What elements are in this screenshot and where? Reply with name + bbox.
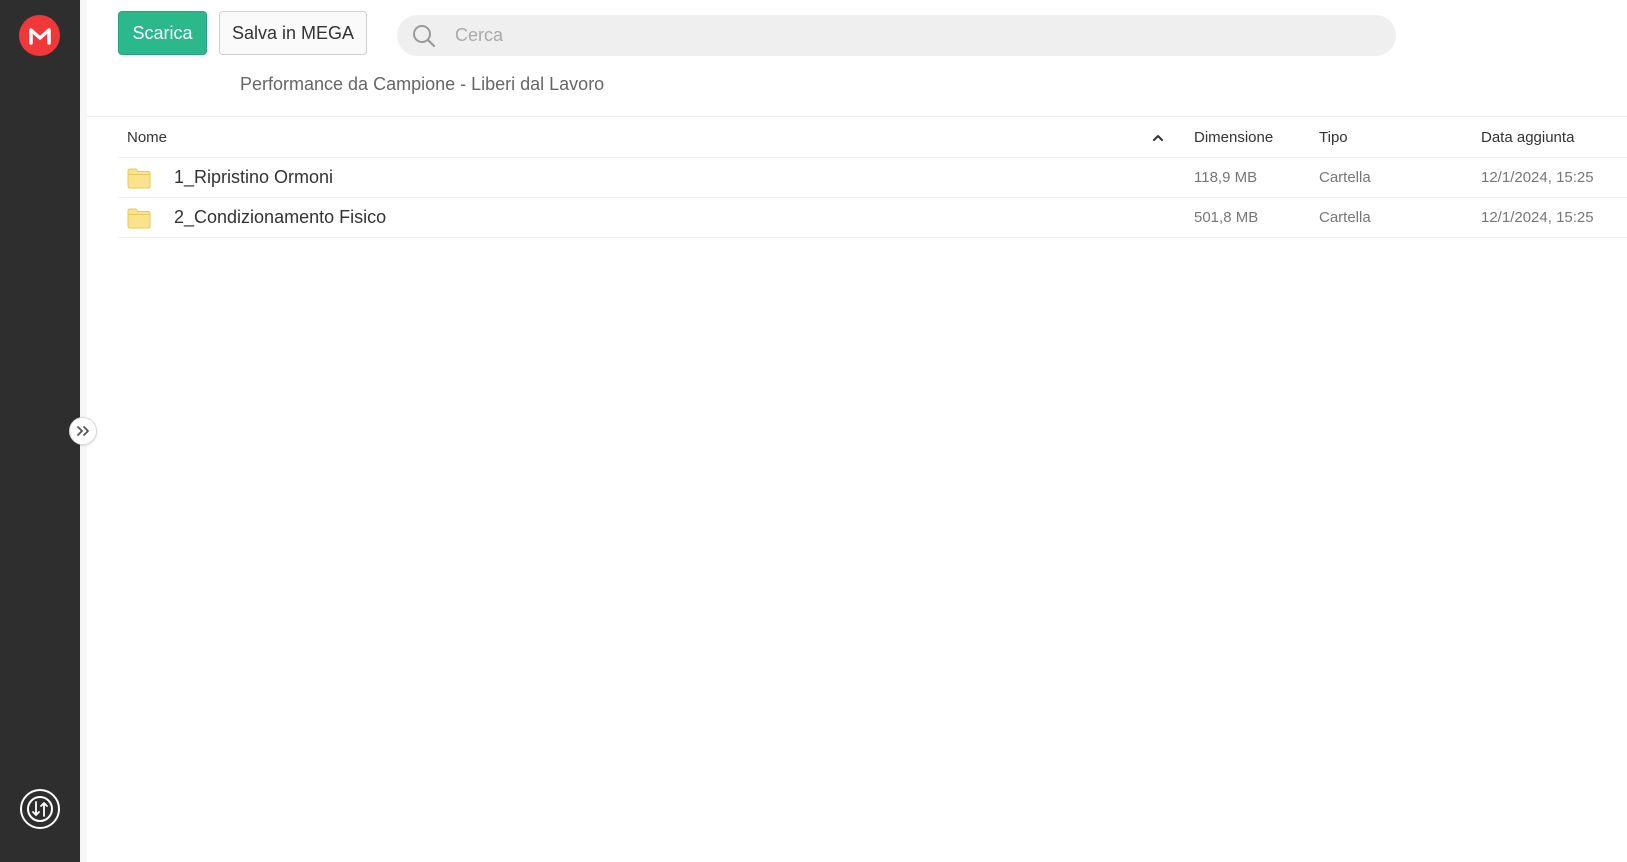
mega-logo-icon[interactable] bbox=[19, 15, 60, 56]
search-icon bbox=[413, 24, 436, 47]
save-to-mega-button[interactable]: Salva in MEGA bbox=[219, 11, 367, 55]
column-header-size[interactable]: Dimensione bbox=[1194, 129, 1273, 146]
row-size: 118,9 MB bbox=[1194, 169, 1258, 186]
row-date: 12/1/2024, 15:25 bbox=[1481, 209, 1594, 226]
row-size: 501,8 MB bbox=[1194, 209, 1259, 226]
download-button[interactable]: Scarica bbox=[118, 11, 207, 55]
file-table: Nome Dimensione Tipo Data aggiunta 1_Rip… bbox=[119, 117, 1627, 238]
search-input[interactable] bbox=[453, 24, 1337, 47]
left-sidebar bbox=[0, 0, 80, 862]
table-row[interactable]: 2_Condizionamento Fisico 501,8 MB Cartel… bbox=[119, 198, 1627, 238]
column-header-type[interactable]: Tipo bbox=[1319, 129, 1348, 146]
search-bar[interactable] bbox=[397, 15, 1396, 56]
folder-title: Performance da Campione - Liberi dal Lav… bbox=[240, 74, 605, 94]
folder-icon bbox=[127, 168, 151, 189]
row-type: Cartella bbox=[1319, 209, 1371, 226]
folder-icon bbox=[127, 208, 151, 229]
expand-sidebar-icon[interactable] bbox=[69, 417, 97, 445]
row-date: 12/1/2024, 15:25 bbox=[1481, 169, 1594, 186]
row-type: Cartella bbox=[1319, 169, 1371, 186]
column-header-name[interactable]: Nome bbox=[127, 129, 167, 146]
table-header: Nome Dimensione Tipo Data aggiunta bbox=[119, 117, 1627, 158]
row-name[interactable]: 1_Ripristino Ormoni bbox=[174, 167, 333, 188]
row-name[interactable]: 2_Condizionamento Fisico bbox=[174, 207, 386, 228]
chevron-up-icon[interactable] bbox=[1151, 131, 1165, 145]
transfer-manager-icon[interactable] bbox=[20, 789, 60, 829]
column-header-date[interactable]: Data aggiunta bbox=[1481, 129, 1574, 146]
table-row[interactable]: 1_Ripristino Ormoni 118,9 MB Cartella 12… bbox=[119, 158, 1627, 198]
